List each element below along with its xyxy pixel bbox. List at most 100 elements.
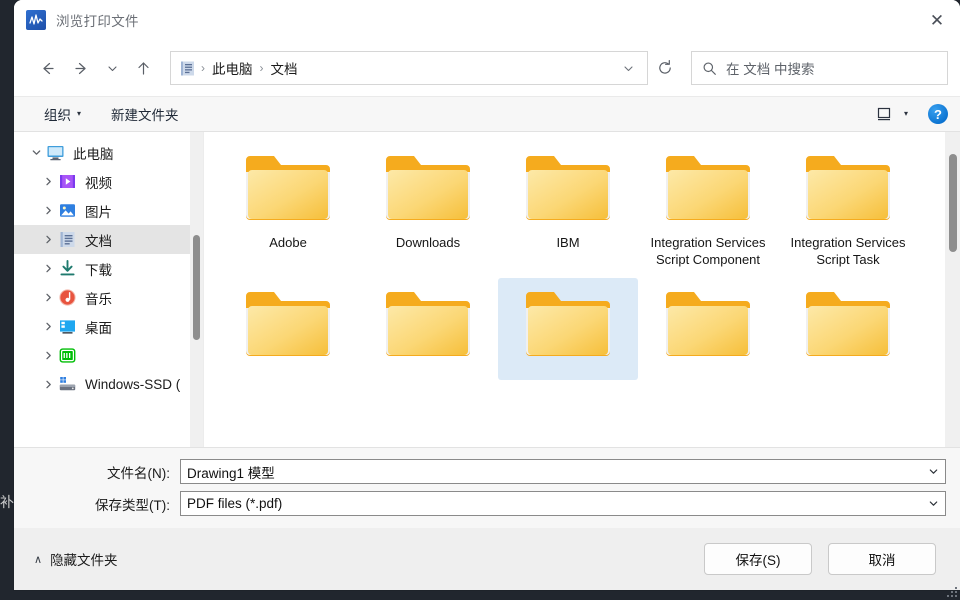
monitor-icon: [47, 146, 64, 161]
up-arrow-icon[interactable]: [126, 51, 160, 85]
filetype-select[interactable]: PDF files (*.pdf): [180, 491, 946, 516]
dialog-body: 此电脑 视频 图片 文档 下载 音乐 桌面 Windows-SSD (Adob…: [14, 132, 960, 447]
new-folder-label: 新建文件夹: [111, 108, 179, 123]
chevron-right-icon[interactable]: [38, 321, 58, 332]
file-item-selected[interactable]: [498, 278, 638, 380]
view-chevron-down-icon[interactable]: ▾: [896, 110, 916, 118]
folder-icon: [386, 292, 470, 356]
refresh-icon[interactable]: [648, 51, 682, 85]
sidebar-label: 文档: [85, 233, 112, 249]
disk-drive-icon: [59, 377, 76, 391]
chevron-right-icon[interactable]: [38, 263, 58, 274]
search-icon: [703, 62, 716, 75]
help-button[interactable]: ?: [928, 104, 948, 124]
folder-icon: [666, 292, 750, 356]
folder-icon: [526, 156, 610, 220]
navigation-bar: › 此电脑 › 文档 在 文档 中搜索: [14, 40, 960, 96]
sidebar-label: Windows-SSD (: [85, 377, 181, 392]
sidebar-item-downloads[interactable]: 下载: [14, 254, 203, 283]
filename-value: Drawing1 模型: [187, 465, 275, 481]
file-item[interactable]: Adobe: [218, 142, 358, 278]
chevron-expanded-icon[interactable]: [26, 147, 46, 158]
title-bar: 浏览打印文件 ✕: [14, 0, 960, 40]
breadcrumb-separator: ›: [259, 61, 264, 75]
filename-input[interactable]: Drawing1 模型: [180, 459, 946, 484]
sidebar-label: 下载: [85, 262, 112, 278]
folder-icon: [806, 156, 890, 220]
view-layout-icon[interactable]: [874, 105, 894, 123]
save-button[interactable]: 保存(S): [704, 543, 812, 575]
command-toolbar: 组织 ▾ 新建文件夹 ▾ ?: [14, 96, 960, 132]
sidebar-scrollbar-thumb[interactable]: [193, 235, 200, 340]
sidebar-item-pictures[interactable]: 图片: [14, 196, 203, 225]
new-folder-button[interactable]: 新建文件夹: [103, 100, 187, 128]
cancel-button[interactable]: 取消: [828, 543, 936, 575]
chevron-right-icon[interactable]: [38, 234, 58, 245]
address-chevron-down-icon[interactable]: [613, 53, 643, 83]
sidebar-item-videos[interactable]: 视频: [14, 167, 203, 196]
chevron-right-icon[interactable]: [38, 176, 58, 187]
file-item[interactable]: IBM: [498, 142, 638, 278]
folder-icon: [806, 292, 890, 356]
chevron-right-icon[interactable]: [38, 205, 58, 216]
file-item[interactable]: [218, 278, 358, 380]
file-form: 文件名(N): Drawing1 模型 保存类型(T): PDF files (…: [14, 447, 960, 528]
background-ghost-text: 补: [0, 494, 14, 510]
file-name: Downloads: [395, 235, 461, 250]
documents-folder-icon: [181, 61, 194, 75]
folder-icon: [386, 156, 470, 220]
file-name: Integration Services Script Task: [790, 235, 906, 267]
hide-folders-label: 隐藏文件夹: [50, 553, 118, 568]
dialog-footer: ∧ 隐藏文件夹 保存(S) 取消: [14, 528, 960, 590]
hide-folders-button[interactable]: ∧ 隐藏文件夹: [34, 549, 118, 569]
filename-chevron-down-icon[interactable]: [923, 466, 943, 477]
file-item[interactable]: [778, 278, 918, 380]
filetype-row: 保存类型(T): PDF files (*.pdf): [28, 491, 946, 516]
back-arrow-icon[interactable]: [30, 51, 64, 85]
sidebar-scrollbar[interactable]: [190, 132, 203, 447]
file-item[interactable]: Downloads: [358, 142, 498, 278]
view-options-group: ▾: [874, 105, 916, 123]
file-item[interactable]: Integration Services Script Component: [638, 142, 778, 278]
file-list-area: Adobe Downloads IBM Integration Services…: [204, 132, 960, 447]
filetype-chevron-down-icon[interactable]: [923, 498, 943, 509]
file-name: IBM: [556, 235, 580, 250]
filetype-label: 保存类型(T):: [95, 497, 170, 513]
breadcrumb-item-1[interactable]: 文档: [265, 55, 304, 81]
search-placeholder: 在 文档 中搜索: [726, 62, 815, 77]
sidebar-label: 图片: [85, 204, 112, 220]
save-file-dialog: 浏览打印文件 ✕ › 此电脑 › 文档 在 文档 中搜索 组织 ▾ 新建文件夹 …: [14, 0, 960, 590]
file-item[interactable]: Integration Services Script Task: [778, 142, 918, 278]
sidebar-item-iqiyi[interactable]: [14, 341, 203, 370]
search-input[interactable]: 在 文档 中搜索: [691, 51, 948, 85]
sidebar-item-this-pc[interactable]: 此电脑: [14, 138, 203, 167]
breadcrumb-item-0[interactable]: 此电脑: [206, 55, 259, 81]
desktop-icon: [60, 320, 75, 334]
chevron-right-icon[interactable]: [38, 292, 58, 303]
file-list-scrollbar-thumb[interactable]: [949, 154, 957, 252]
file-list-scrollbar[interactable]: [945, 132, 960, 447]
videos-icon: [60, 175, 75, 188]
file-name: Adobe: [269, 235, 307, 250]
organize-label: 组织: [44, 108, 71, 123]
chevron-up-icon: ∧: [34, 553, 43, 566]
music-icon: [59, 289, 76, 306]
sidebar-label: 桌面: [85, 320, 112, 336]
chevron-right-icon[interactable]: [38, 350, 58, 361]
organize-button[interactable]: 组织 ▾: [36, 100, 89, 128]
recent-locations-chevron-down-icon[interactable]: [98, 51, 126, 85]
documents-icon: [60, 232, 75, 247]
file-item[interactable]: [358, 278, 498, 380]
sidebar-item-windows-ssd[interactable]: Windows-SSD (: [14, 370, 203, 399]
address-bar[interactable]: › 此电脑 › 文档: [170, 51, 648, 85]
chevron-right-icon[interactable]: [38, 379, 58, 390]
resize-grip[interactable]: [945, 585, 957, 597]
sidebar-item-music[interactable]: 音乐: [14, 283, 203, 312]
sidebar-item-documents[interactable]: 文档: [14, 225, 203, 254]
forward-arrow-icon[interactable]: [64, 51, 98, 85]
file-item[interactable]: [638, 278, 778, 380]
sidebar-item-desktop[interactable]: 桌面: [14, 312, 203, 341]
close-icon[interactable]: ✕: [914, 0, 960, 40]
window-title: 浏览打印文件: [56, 14, 139, 29]
waveform-icon: [26, 10, 46, 30]
